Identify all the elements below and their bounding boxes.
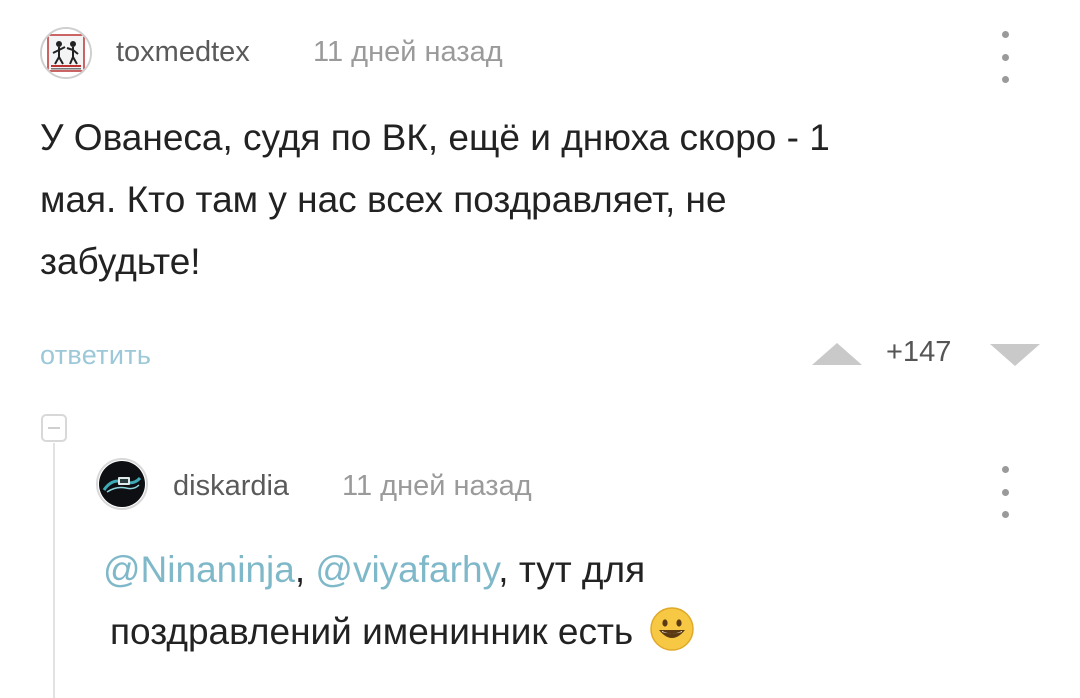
reply-button[interactable]: ответить [40,340,151,371]
username[interactable]: diskardia [173,470,289,503]
username[interactable]: toxmedtex [116,36,250,69]
rating-count: +147 [886,336,952,368]
collapse-minus-icon [48,427,60,429]
comment-line: поздравлений именинник есть [103,601,1003,663]
timestamp: 11 дней назад [313,36,503,68]
mention-link[interactable]: @Ninaninja [103,549,295,590]
comment-text-part: , тут для [498,549,646,590]
more-vertical-icon[interactable] [997,31,1013,83]
comment-text: У Ованеса, судя по ВК, ещё и днюха скоро… [40,107,1020,293]
timestamp: 11 дней назад [342,470,532,502]
comment-text: @Ninaninja, @viyafarhy, тут для поздравл… [103,539,1003,663]
collapse-thread-button[interactable] [41,414,67,442]
comment-line: @Ninaninja, @viyafarhy, тут для [103,539,1003,601]
downvote-triangle-icon[interactable] [988,342,1042,368]
comment-line: мая. Кто там у нас всех поздравляет, не [40,179,727,220]
avatar[interactable] [96,458,148,510]
avatar[interactable] [40,27,92,79]
comment-text-part: поздравлений именинник есть [110,611,634,652]
comment-line: У Ованеса, судя по ВК, ещё и днюха скоро… [40,117,830,158]
mention-link[interactable]: @viyafarhy [315,549,498,590]
thread-line [53,443,55,698]
avatar-image [42,29,90,77]
upvote-triangle-icon[interactable] [810,341,864,367]
more-vertical-icon[interactable] [997,466,1013,518]
separator-text: , [294,549,316,590]
comment-line: забудьте! [40,241,201,282]
grinning-emoji-icon [650,607,695,651]
avatar-image [99,461,145,507]
